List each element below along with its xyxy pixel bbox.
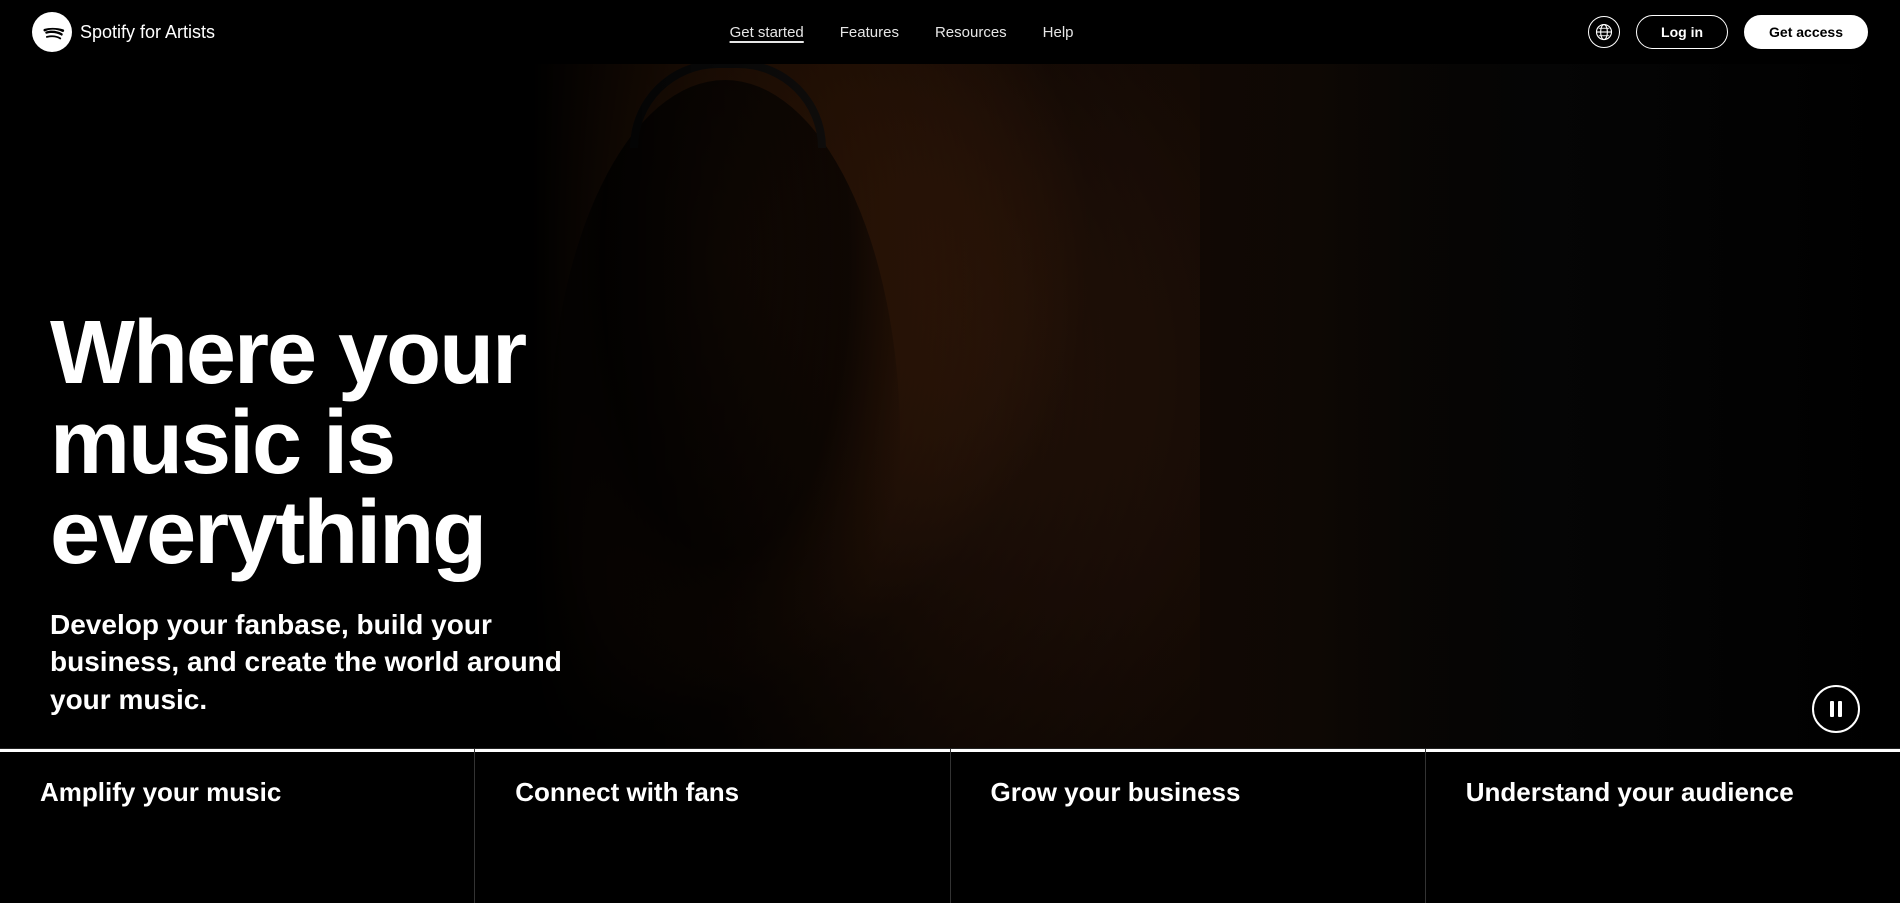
feature-understand[interactable]: Understand your audience (1426, 749, 1900, 903)
feature-amplify[interactable]: Amplify your music (0, 749, 475, 903)
nav-features[interactable]: Features (840, 24, 899, 41)
spotify-logo-icon (32, 12, 72, 52)
hero-subtitle: Develop your fanbase, build your busines… (50, 606, 610, 719)
hero-title: Where your music is everything (50, 308, 730, 578)
get-access-button[interactable]: Get access (1744, 15, 1868, 49)
nav-resources[interactable]: Resources (935, 24, 1007, 41)
feature-understand-title: Understand your audience (1466, 777, 1860, 808)
feature-grow[interactable]: Grow your business (951, 749, 1426, 903)
features-bar: Amplify your music Connect with fans Gro… (0, 748, 1900, 903)
pause-bar-right (1838, 701, 1842, 717)
navbar: Spotify for Artists Get started Features… (0, 0, 1900, 64)
brand: Spotify for Artists (32, 12, 215, 52)
nav-get-started[interactable]: Get started (730, 24, 804, 41)
feature-grow-title: Grow your business (991, 777, 1385, 808)
hero-content: Where your music is everything Develop y… (50, 308, 730, 719)
navbar-actions: Log in Get access (1588, 15, 1868, 49)
nav-help[interactable]: Help (1043, 24, 1074, 41)
nav-links: Get started Features Resources Help (730, 24, 1074, 41)
feature-connect-title: Connect with fans (515, 777, 909, 808)
feature-amplify-title: Amplify your music (40, 777, 434, 808)
language-selector[interactable] (1588, 16, 1620, 48)
pause-button[interactable] (1812, 685, 1860, 733)
pause-bar-left (1830, 701, 1834, 717)
brand-name: Spotify for Artists (80, 22, 215, 43)
globe-icon (1595, 23, 1613, 41)
pause-icon (1830, 701, 1842, 717)
login-button[interactable]: Log in (1636, 15, 1728, 49)
feature-connect[interactable]: Connect with fans (475, 749, 950, 903)
